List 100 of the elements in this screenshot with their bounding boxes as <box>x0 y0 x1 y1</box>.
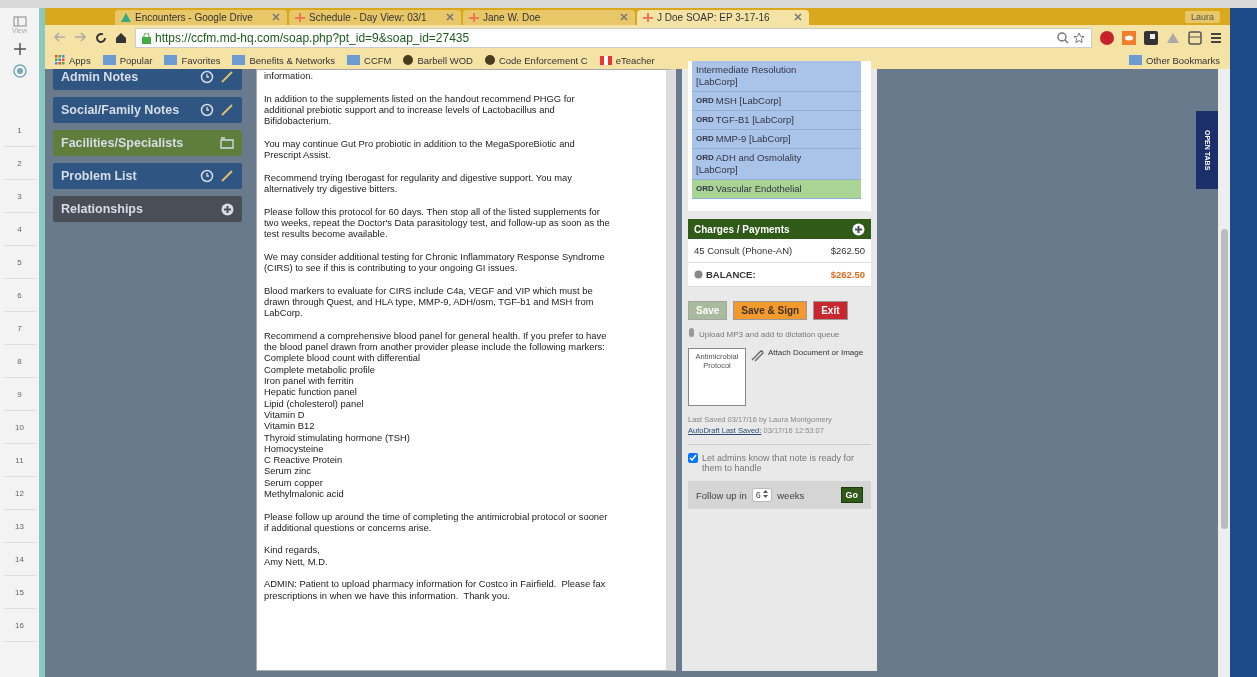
spinner-icon <box>763 490 769 498</box>
other-bookmarks[interactable]: Other Bookmarks <box>1129 54 1220 66</box>
paperclip-icon <box>750 348 764 362</box>
folder-icon <box>164 55 178 65</box>
browser-tab[interactable]: Encounters - Google Drive <box>115 10 287 25</box>
home-icon[interactable] <box>115 32 127 44</box>
bookmark[interactable]: Benefits & Networks <box>232 54 336 66</box>
browser-tab[interactable]: J Doe SOAP: EP 3-17-16 <box>637 10 809 25</box>
order-item[interactable]: Intermediate Resolution [LabCorp] <box>692 61 861 92</box>
apps-grid-icon <box>55 55 65 65</box>
note-paragraph: Please follow up around the time of completing the antimicrobial protocol or sooner if additional questions or concerns arise. <box>264 510 609 534</box>
sidebar-item[interactable]: Relationships <box>53 196 242 222</box>
add-icon[interactable] <box>12 42 27 56</box>
note-paragraph: In addition to the supplements listed on the handout recommend PHGG for additional prebiotic support and to increase levels of Lactobacillus and Bifidobacterium. <box>264 92 576 127</box>
row-number: 3 <box>3 180 36 213</box>
pencil-icon[interactable] <box>220 103 234 117</box>
sidebar-item[interactable]: Social/Family Notes <box>53 97 242 123</box>
folder-icon <box>102 55 116 65</box>
go-button[interactable]: Go <box>840 487 863 503</box>
weeks-select[interactable]: 6 <box>751 488 773 502</box>
bookmark[interactable]: Favorites <box>164 54 221 66</box>
pencil-icon[interactable] <box>220 169 234 183</box>
balance-label: BALANCE: <box>706 269 756 280</box>
action-button[interactable]: Exit <box>813 301 848 320</box>
charge-row: 45 Consult (Phone-AN) $262.50 <box>688 239 871 263</box>
notify-checkbox[interactable] <box>688 453 698 463</box>
close-icon[interactable] <box>619 11 629 22</box>
zoom-icon[interactable] <box>1057 32 1069 44</box>
bookmark[interactable]: Code Enforcement C <box>484 54 588 66</box>
bookmark[interactable]: Apps <box>55 54 91 66</box>
history-icon[interactable] <box>200 103 214 117</box>
add-icon[interactable] <box>852 222 865 236</box>
row-number: 14 <box>3 543 36 576</box>
row-number: 16 <box>3 609 36 642</box>
folder-icon <box>1129 55 1143 65</box>
bookmark[interactable]: CCFM <box>347 54 392 66</box>
profile-button[interactable]: Laura <box>1184 11 1220 23</box>
note-paragraph: Recommend trying Iberogast for regularity and digestive support. You may alternatively try digestive bitters. <box>264 171 573 195</box>
order-item[interactable]: ORD MMP-9 [LabCorp] <box>692 130 861 149</box>
history-icon[interactable] <box>200 70 214 84</box>
order-item[interactable]: ORD TGF-B1 [LabCorp] <box>692 111 861 130</box>
row-number: 5 <box>3 246 36 279</box>
row-number: 12 <box>3 477 36 510</box>
follow-up-label: Follow up in <box>696 489 747 501</box>
row-number: 9 <box>3 378 36 411</box>
charges-header: Charges / Payments <box>688 219 871 239</box>
note-paragraph: ADMIN: Patient to upload pharmacy information for Costco in Fairfield. Please fax prescriptions in when we have this information. Thank you. <box>264 578 607 601</box>
weeks-label: weeks <box>777 489 805 501</box>
info-icon[interactable] <box>694 270 703 279</box>
order-item[interactable]: ORD Vascular Endothelial <box>692 180 861 199</box>
upload-label[interactable]: Upload MP3 and add to dictation queue <box>699 329 840 339</box>
sidebar-item[interactable]: Problem List <box>53 163 242 189</box>
note-paragraph: You may continue Gut Pro probiotic in addition to the MegaSporeBiotic and Prescript Assist. <box>264 137 576 161</box>
row-number: 10 <box>3 411 36 444</box>
row-number: 11 <box>3 444 36 477</box>
window-icon[interactable] <box>1188 31 1202 45</box>
folder-icon <box>347 55 361 65</box>
note-paragraph: Please follow this protocol for 60 days. Then stop all of the listed supplements for two weeks, repeat the Doctor's Data parasitology test, and follow-up as soon as the test results become available. <box>264 205 611 240</box>
action-button[interactable]: Save & Sign <box>733 301 808 320</box>
attach-link[interactable]: Attach Document or Image <box>768 348 864 357</box>
order-item[interactable]: ORD ADH and Osmolality [LabCorp] <box>692 149 861 180</box>
balance-row: BALANCE: $262.50 <box>688 263 871 287</box>
microphone-icon[interactable] <box>688 328 695 340</box>
sidebar-item[interactable]: Admin Notes <box>53 69 242 90</box>
browser-tab[interactable]: Jane W. Doe <box>463 10 635 25</box>
address-bar[interactable]: https://ccfm.md-hq.com/soap.php?pt_id=9&soap_id=27435 <box>135 28 1092 48</box>
sidebar-toggle-icon[interactable] <box>12 16 27 27</box>
note-paragraph: Blood markers to evaluate for CIRS include C4a, VEGF and VIP which must be drawn through Quest, and HLA type, MMP-9, ADH/osm, TGF-b1 and MSH from LabCorp. <box>264 284 595 319</box>
eye-icon[interactable] <box>1122 31 1136 45</box>
scrollbar-thumb[interactable] <box>1220 229 1228 529</box>
close-icon[interactable] <box>445 11 455 22</box>
menu-icon[interactable] <box>1210 32 1222 44</box>
close-icon[interactable] <box>271 11 281 22</box>
note-editor[interactable] <box>256 69 676 671</box>
browser-tab[interactable]: Schedule - Day View: 03/1 <box>289 10 461 25</box>
extension-icon[interactable] <box>1144 31 1158 45</box>
note-paragraph: Recommend a comprehensive blood panel for general health. If you prefer to have the blood panel drawn from another provider please include the following markers: Complete blood count with differential Complete metabolic profile Iron panel with ferritin Hepatic function panel Lipid (cholesterol) panel Vitamin D Vitamin B12 Thyroid stimulating hormone (TSH) Homocysteine C Reactive Protein Serum zinc Serum copper Methylmalonic acid <box>264 329 608 500</box>
lock-icon <box>142 32 151 44</box>
add-icon[interactable] <box>221 202 234 216</box>
note-paragraph: information. <box>264 70 314 82</box>
row-number: 4 <box>3 213 36 246</box>
reload-icon[interactable] <box>95 32 107 44</box>
radio-icon[interactable] <box>12 64 27 78</box>
star-icon[interactable] <box>1073 32 1085 44</box>
notify-label: Let admins know that note is ready for them to handle <box>702 453 856 473</box>
row-number: 13 <box>3 510 36 543</box>
folder-icon <box>232 55 246 65</box>
bookmark[interactable]: eTeacher <box>599 54 655 66</box>
note-paragraph: Kind regards, Amy Nett, M.D. <box>264 544 329 568</box>
note-paragraph: We may consider additional testing for Chronic Inflammatory Response Syndrome (CIRS) to see if this is contributing to your ongoing GI issues. <box>264 250 606 274</box>
pencil-icon[interactable] <box>220 70 234 84</box>
circle-icon <box>403 55 414 65</box>
close-icon[interactable] <box>793 11 803 22</box>
bookmark[interactable]: Popular <box>102 54 153 66</box>
bookmark[interactable]: Barbell WOD <box>403 54 473 66</box>
history-icon[interactable] <box>200 169 214 183</box>
folder-icon[interactable] <box>220 137 234 149</box>
order-item[interactable]: ORD MSH [LabCorp] <box>692 92 861 111</box>
row-number: 6 <box>3 279 36 312</box>
row-number: 1 <box>3 114 36 147</box>
